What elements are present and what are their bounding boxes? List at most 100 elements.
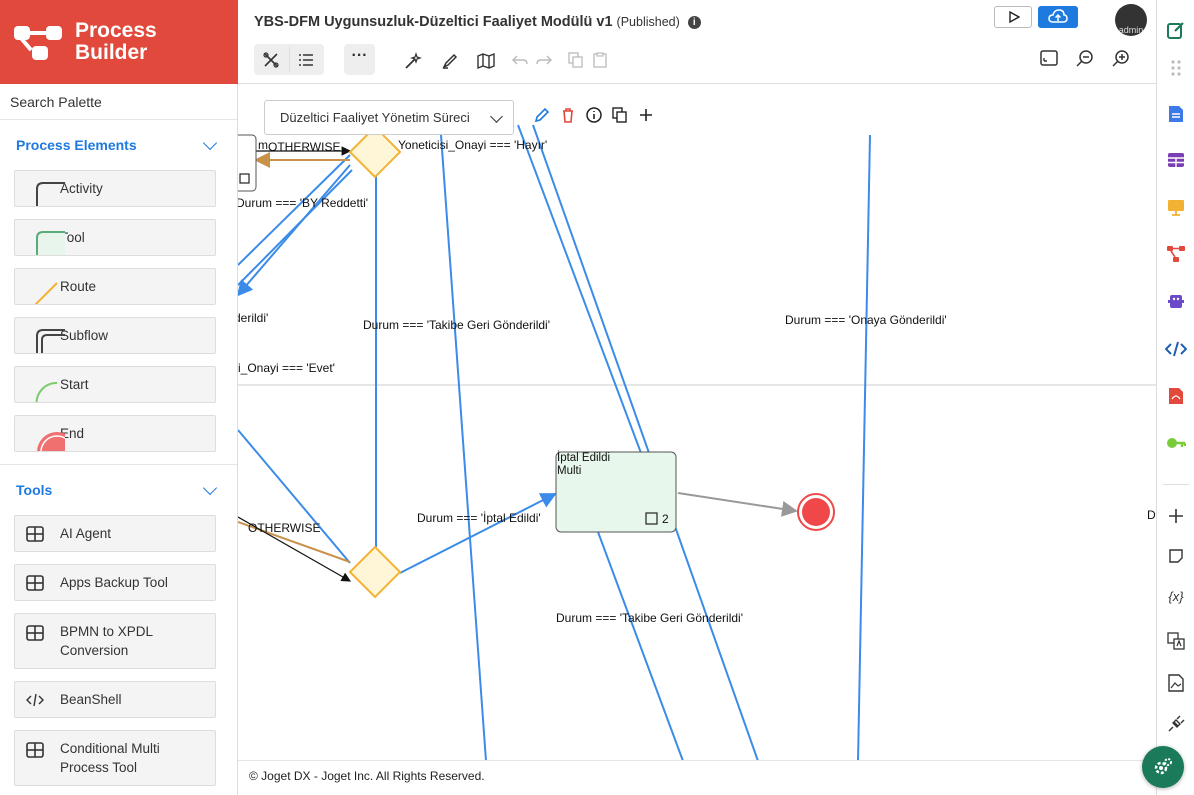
chevron-down-icon[interactable] [202,135,218,151]
transition-label: Durum === 'İptal Edildi' [417,511,541,525]
tool-item-apps-backup[interactable]: Apps Backup Tool [14,564,216,601]
avatar[interactable]: admin [1115,4,1147,36]
info-circle-icon[interactable] [586,107,602,123]
activity-subtitle: Multi [557,465,582,477]
tool-item-conditional-multi-process[interactable]: Conditional Multi Process Tool [14,730,216,786]
transition-label: D [1147,508,1156,522]
more-options-button[interactable]: ··· [344,44,375,75]
brand-title-line1: Process [75,19,157,42]
brand-title-line2: Builder [75,41,148,64]
translate-icon[interactable] [1165,630,1187,652]
process-builder-logo-icon [14,22,62,62]
transition-label: m [258,138,268,152]
map-icon[interactable] [477,52,495,70]
deploy-button[interactable] [1038,6,1078,28]
tools-header[interactable]: Tools [0,465,237,515]
cloud-upload-icon [1048,9,1068,23]
info-icon[interactable]: i [687,16,701,29]
tool-item-ai-agent[interactable]: AI Agent [14,515,216,552]
footer: © Joget DX - Joget Inc. All Rights Reser… [238,760,1156,795]
sticky-note-icon[interactable] [1165,545,1187,567]
avatar-label: admin [1118,25,1144,35]
transition-to-end [677,492,798,517]
route-gateway-bottom[interactable] [348,545,402,599]
palette-item-activity[interactable]: Activity [14,170,216,207]
transition-lines [238,124,871,761]
tool-item-beanshell[interactable]: BeanShell [14,681,216,718]
end-shape-icon [37,432,65,451]
chevron-down-icon [490,110,503,123]
variable-icon[interactable]: {x} [1165,585,1187,607]
drag-handle-icon[interactable] [1165,57,1187,79]
brand-title: Process Builder [75,20,157,64]
form-icon[interactable] [1165,103,1187,125]
pdf-icon[interactable] [1165,385,1187,407]
design-view-icon[interactable] [263,52,279,68]
activity-label: İptal Edildi Multi [557,452,610,478]
add-icon[interactable] [1165,505,1187,527]
transition-label: OTHERWISE [248,521,321,535]
divider [289,47,290,72]
highlighter-icon[interactable] [441,52,459,70]
transition-label: Durum === 'Takibe Geri Gönderildi' [363,318,551,332]
palette-item-tool[interactable]: Tool [14,219,216,256]
code-icon[interactable] [1165,338,1187,360]
builder-robot-icon[interactable] [1165,290,1187,312]
activity-shape-icon [36,182,65,206]
palette-item-end[interactable]: End [14,415,216,452]
activity-title: İptal Edildi [557,452,611,464]
search-palette-input[interactable]: Search Palette [0,84,237,120]
right-rail: {x} [1156,0,1194,795]
transition-label: OTHERWISE [268,140,341,154]
palette-item-label: Subflow [60,328,109,343]
userview-icon[interactable] [1165,196,1187,218]
transition-label: i_Onayi === 'Evet' [238,361,335,375]
paste-icon[interactable] [592,52,608,68]
process-elements-header[interactable]: Process Elements [0,120,237,170]
process-icon[interactable] [1165,243,1187,265]
delete-icon[interactable] [560,107,576,123]
lane-select[interactable]: Düzeltici Faaliyet Yönetim Süreci [264,100,514,135]
subflow-shape-icon [36,329,65,353]
palette-item-start[interactable]: Start [14,366,216,403]
publish-status: (Published) [616,15,680,29]
fit-screen-icon[interactable] [1040,49,1058,67]
view-mode-toggle [254,44,324,75]
multi-instance-count: 2 [662,512,669,526]
redo-icon[interactable] [536,53,552,69]
route-shape-icon [35,282,58,304]
copy-icon[interactable] [568,52,584,68]
palette-item-route[interactable]: Route [14,268,216,305]
tool-item-bpmn-to-xpdl[interactable]: BPMN to XPDL Conversion [14,613,216,669]
tool-item-label: Apps Backup Tool [60,575,168,590]
duplicate-icon[interactable] [612,107,628,123]
zoom-in-icon[interactable] [1112,49,1130,67]
zoom-out-icon[interactable] [1076,49,1094,67]
settings-fab[interactable] [1142,746,1184,788]
edit-icon[interactable] [534,107,550,123]
edit-note-icon[interactable] [1165,19,1187,41]
run-button[interactable] [994,6,1032,28]
key-icon[interactable] [1165,432,1187,454]
palette-item-label: Activity [60,181,103,196]
datalist-icon[interactable] [1165,149,1187,171]
plugin-icon[interactable] [1165,713,1187,735]
transition-label: Durum === 'BY Reddetti' [238,196,369,210]
palette-item-subflow[interactable]: Subflow [14,317,216,354]
transition-label: Durum === 'Onaya Gönderildi' [785,313,947,327]
code-icon [26,693,44,706]
add-icon[interactable] [638,107,654,123]
image-file-icon[interactable] [1165,672,1187,694]
transition-label: Yoneticisi_Onayi === 'Hayır' [398,138,548,152]
grid-icon [26,525,44,542]
process-canvas[interactable]: OTHERWISE m Yoneticisi_Onayi === 'Hayır'… [238,85,1156,761]
chevron-down-icon[interactable] [202,480,218,496]
list-view-icon[interactable] [298,52,314,68]
diagram-svg [238,124,1156,761]
undo-icon[interactable] [512,53,528,69]
magic-wand-icon[interactable] [404,52,422,70]
footer-text: © Joget DX - Joget Inc. All Rights Reser… [249,769,485,783]
palette-panel: Search Palette Process Elements Activity… [0,84,238,795]
tool-item-label: AI Agent [60,526,112,541]
top-toolbar: YBS-DFM Uygunsuzluk-Düzeltici Faaliyet M… [238,0,1156,84]
